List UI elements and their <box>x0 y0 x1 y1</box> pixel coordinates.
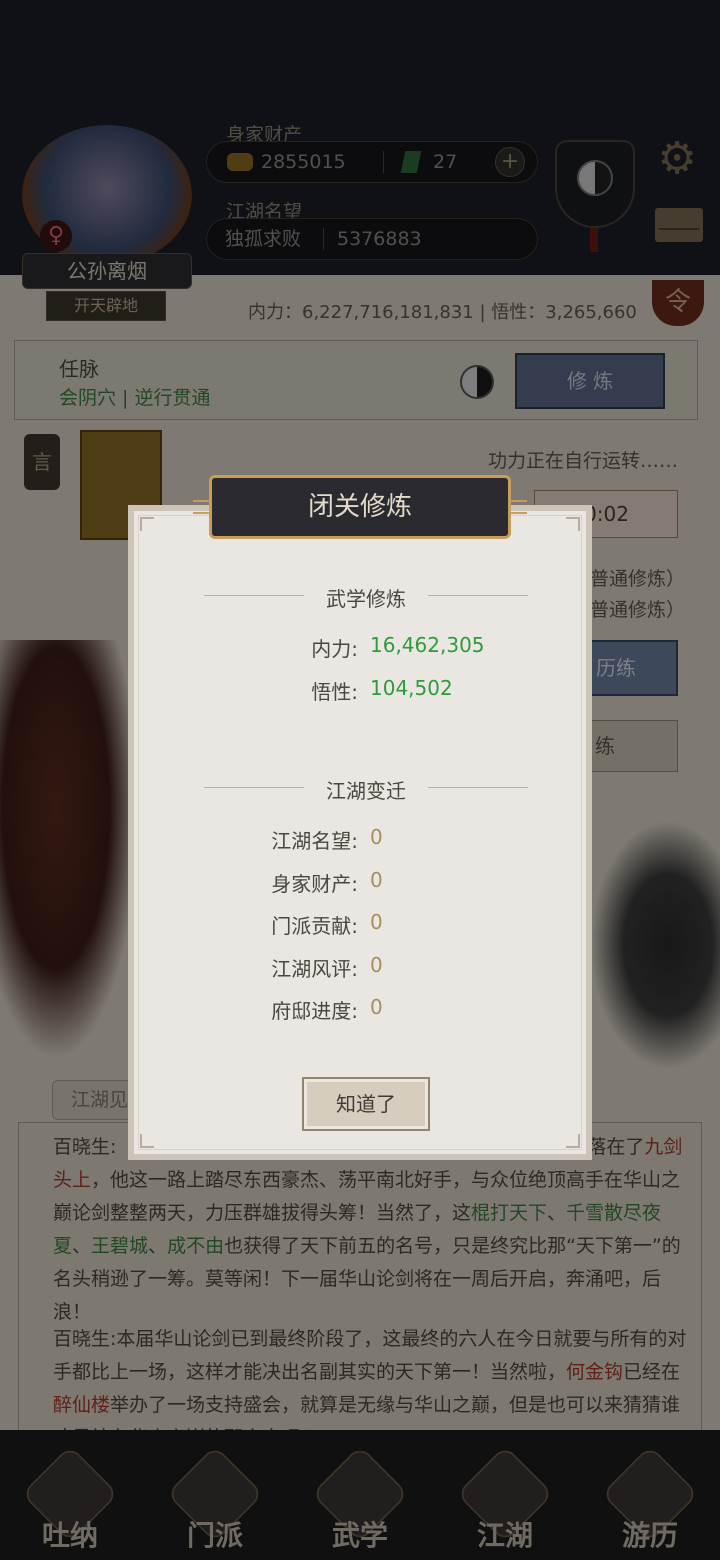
neili-value: 16,462,305 <box>370 633 485 657</box>
corner-ornament <box>566 1134 580 1148</box>
neili-label: 内力: <box>311 637 358 661</box>
section-title-jianghu: 江湖变迁 <box>326 779 406 803</box>
corner-ornament <box>140 517 154 531</box>
section-title-martial: 武学修炼 <box>326 587 406 611</box>
seclusion-dialog: 武学修炼 内力: 16,462,305 悟性: 104,502 江湖变迁 江湖名… <box>128 505 592 1160</box>
dialog-title: 闭关修炼 <box>209 475 511 539</box>
corner-ornament <box>140 1134 154 1148</box>
wuxing-value: 104,502 <box>370 676 453 700</box>
corner-ornament <box>566 517 580 531</box>
wuxing-label: 悟性: <box>311 680 358 704</box>
acknowledge-button[interactable]: 知道了 <box>302 1077 430 1131</box>
